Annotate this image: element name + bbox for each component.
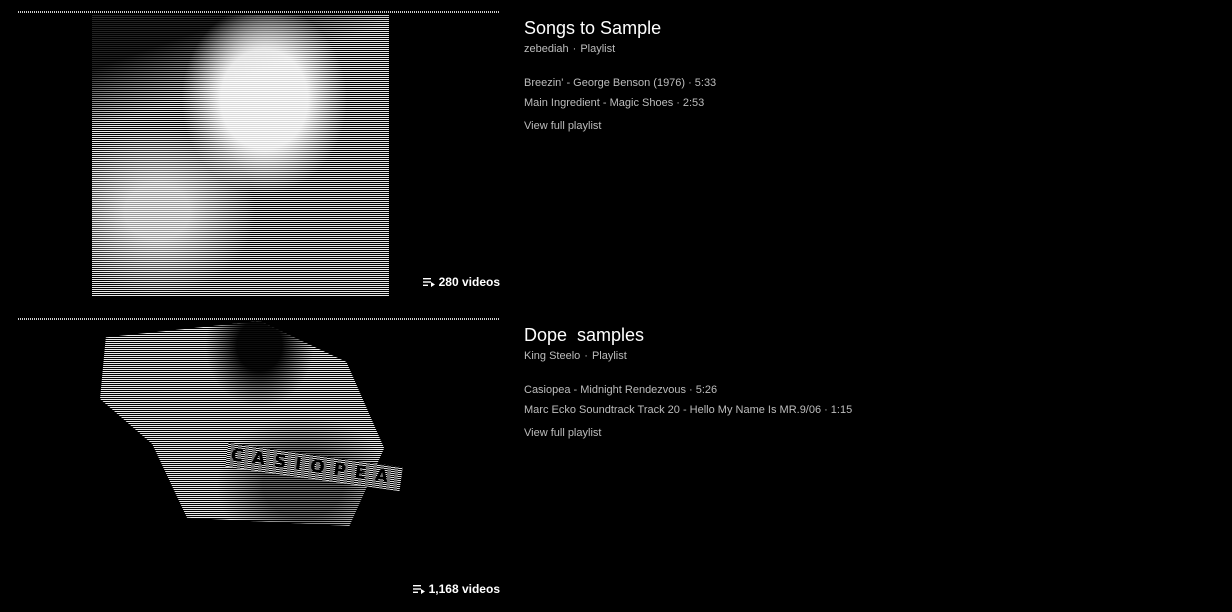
track-name: Casiopea - Midnight Rendezvous bbox=[524, 384, 687, 396]
thumbnail-image bbox=[92, 15, 389, 296]
playlist-type: Playlist bbox=[591, 350, 627, 362]
playlist-result: 280 videos Songs to Sample zebediah · Play… bbox=[0, 0, 1232, 300]
track-name: Main Ingredient - Magic Shoes bbox=[524, 97, 674, 109]
track-list: Breezin' - George Benson (1976) · 5:33 Mai… bbox=[524, 73, 1204, 113]
track-separator: · bbox=[689, 384, 693, 396]
track-name: Marc Ecko Soundtrack Track 20 - Hello My… bbox=[524, 404, 822, 416]
track-name: Breezin' - George Benson (1976) bbox=[524, 77, 686, 89]
meta-separator: · bbox=[572, 43, 577, 55]
track-duration: 5:33 bbox=[694, 77, 717, 89]
video-count: 1,168 videos bbox=[428, 582, 500, 596]
track-separator: · bbox=[688, 77, 692, 89]
video-count: 280 videos bbox=[438, 275, 500, 289]
track-item[interactable]: Breezin' - George Benson (1976) · 5:33 bbox=[524, 73, 1204, 93]
track-item[interactable]: Main Ingredient - Magic Shoes · 2:53 bbox=[524, 93, 1204, 113]
track-item[interactable]: Marc Ecko Soundtrack Track 20 - Hello My… bbox=[524, 400, 1204, 420]
channel-name[interactable]: King Steelo bbox=[524, 350, 580, 362]
track-duration: 2:53 bbox=[682, 97, 705, 109]
meta-separator: · bbox=[584, 350, 588, 362]
playlist-stack-line bbox=[18, 318, 500, 320]
view-full-playlist-link[interactable]: View full playlist bbox=[524, 119, 1204, 133]
playlist-meta: zebediah · Playlist bbox=[524, 42, 1204, 56]
track-duration: 5:26 bbox=[695, 384, 718, 396]
playlist-title[interactable]: Dope samples bbox=[524, 324, 1204, 346]
channel-name[interactable]: zebediah bbox=[524, 43, 569, 55]
video-count-overlay: 1,168 videos bbox=[412, 582, 500, 596]
playlist-icon bbox=[412, 585, 425, 594]
view-full-playlist-link[interactable]: View full playlist bbox=[524, 426, 1204, 440]
video-count-overlay: 280 videos bbox=[422, 275, 500, 289]
playlist-stack-line bbox=[18, 11, 500, 13]
playlist-info: Dope samples King Steelo · Playlist Casiop… bbox=[524, 324, 1204, 440]
track-separator: · bbox=[824, 404, 828, 416]
track-separator: · bbox=[676, 97, 680, 109]
playlist-type: Playlist bbox=[580, 43, 616, 55]
track-item[interactable]: Casiopea - Midnight Rendezvous · 5:26 bbox=[524, 380, 1204, 400]
playlist-meta: King Steelo · Playlist bbox=[524, 349, 1204, 363]
playlist-info: Songs to Sample zebediah · Playlist Breezi… bbox=[524, 17, 1204, 133]
playlist-title[interactable]: Songs to Sample bbox=[524, 17, 1204, 39]
track-list: Casiopea - Midnight Rendezvous · 5:26 Marc… bbox=[524, 380, 1204, 420]
track-duration: 1:15 bbox=[830, 404, 853, 416]
playlist-icon bbox=[422, 278, 435, 287]
